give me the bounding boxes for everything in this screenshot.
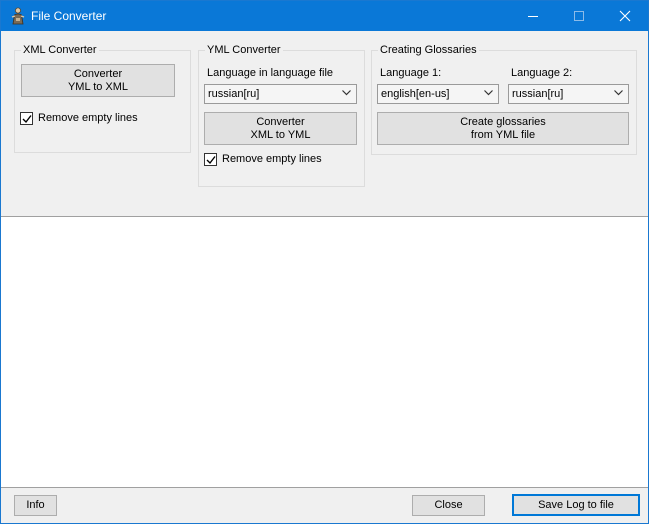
close-window-button[interactable] — [602, 1, 648, 31]
maximize-icon — [574, 11, 584, 21]
button-line-1: Converter — [256, 115, 305, 128]
select-value: russian[ru] — [512, 88, 564, 100]
yml-remove-empty-lines-checkbox[interactable]: Remove empty lines — [204, 153, 359, 167]
button-line-1: Converter — [73, 67, 123, 80]
close-icon — [619, 10, 631, 22]
create-glossaries-button[interactable]: Create glossaries from YML file — [377, 112, 629, 145]
xml-converter-group: XML Converter Converter YML to XML Remov… — [14, 44, 191, 153]
main-window: File Converter XML Converter Converter Y… — [0, 0, 649, 524]
button-line-2: from YML file — [470, 128, 536, 141]
convert-yml-to-xml-button[interactable]: Converter YML to XML — [21, 64, 175, 97]
glossaries-group-title: Creating Glossaries — [378, 44, 479, 57]
close-button[interactable]: Close — [412, 495, 485, 516]
language-2-select[interactable]: russian[ru] — [508, 84, 629, 104]
select-value: english[en-us] — [381, 88, 450, 100]
checkbox-label: Remove empty lines — [222, 153, 322, 165]
xml-remove-empty-lines-checkbox[interactable]: Remove empty lines — [20, 112, 180, 126]
footer-bar: Info Close Save Log to file — [1, 488, 648, 523]
button-line-2: YML to XML — [67, 80, 129, 93]
minimize-icon — [528, 16, 538, 17]
checkbox-box[interactable] — [204, 153, 217, 166]
window-title: File Converter — [31, 9, 107, 23]
language-1-select[interactable]: english[en-us] — [377, 84, 499, 104]
chevron-down-icon — [614, 90, 623, 96]
log-textbox[interactable] — [1, 216, 648, 488]
xml-converter-group-title: XML Converter — [21, 44, 99, 57]
language-in-file-select[interactable]: russian[ru] — [204, 84, 357, 104]
title-bar[interactable]: File Converter — [1, 1, 648, 31]
button-line-2: XML to YML — [250, 128, 311, 141]
yml-converter-group: YML Converter Language in language file … — [198, 44, 365, 187]
language-in-file-label: Language in language file — [207, 67, 334, 79]
select-value: russian[ru] — [208, 88, 260, 100]
save-log-button[interactable]: Save Log to file — [512, 494, 640, 516]
convert-xml-to-yml-button[interactable]: Converter XML to YML — [204, 112, 357, 145]
language-1-label: Language 1: — [380, 67, 442, 79]
checkbox-box[interactable] — [20, 112, 33, 125]
chevron-down-icon — [342, 90, 351, 96]
converter-panel: XML Converter Converter YML to XML Remov… — [1, 31, 648, 216]
chevron-down-icon — [484, 90, 493, 96]
info-button[interactable]: Info — [14, 495, 57, 516]
check-icon — [206, 156, 216, 165]
language-2-label: Language 2: — [511, 67, 573, 79]
minimize-button[interactable] — [510, 1, 556, 31]
maximize-button[interactable] — [556, 1, 602, 31]
app-icon — [10, 7, 26, 25]
yml-converter-group-title: YML Converter — [205, 44, 283, 57]
check-icon — [22, 115, 32, 124]
checkbox-label: Remove empty lines — [38, 112, 138, 124]
glossaries-group: Creating Glossaries Language 1: Language… — [371, 44, 637, 155]
button-line-1: Create glossaries — [460, 115, 546, 128]
